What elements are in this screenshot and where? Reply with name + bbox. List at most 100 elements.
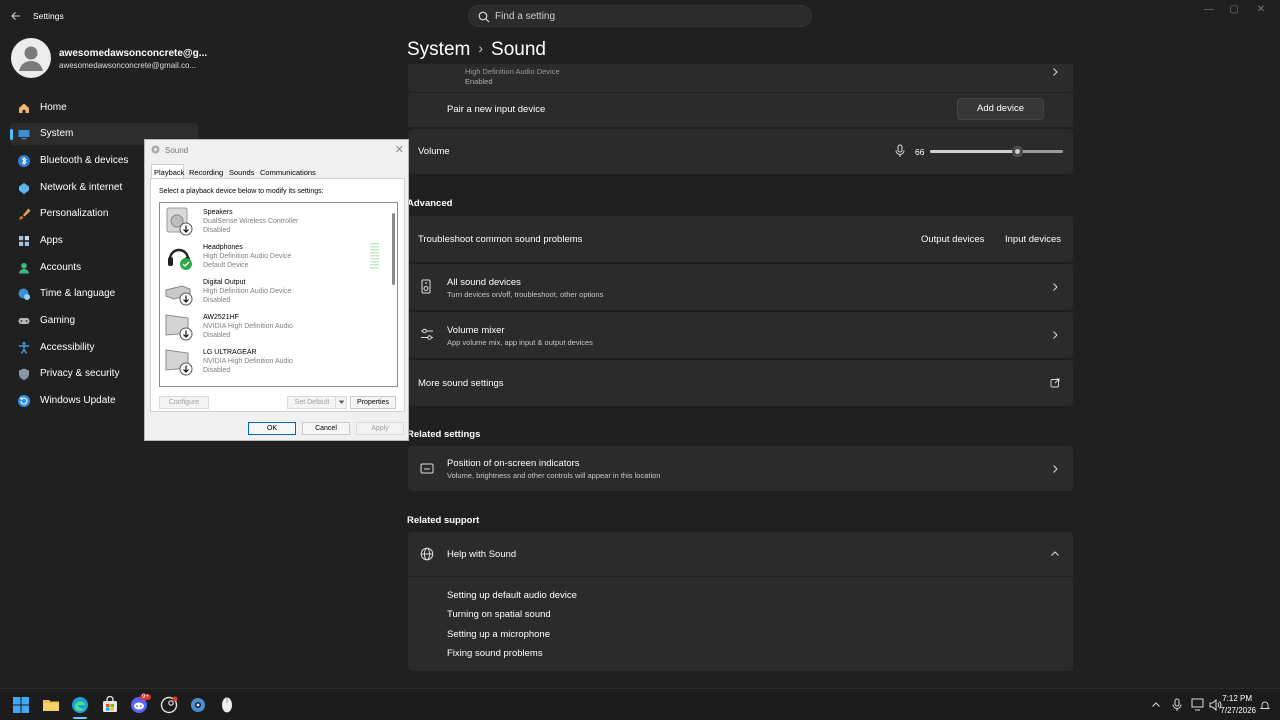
- search-input[interactable]: [495, 6, 795, 26]
- device-name: Digital Output: [203, 279, 246, 286]
- list-item[interactable]: Headphones High Definition Audio Device …: [160, 238, 388, 273]
- nav-label: Accessibility: [40, 342, 95, 353]
- volume-mixer-card[interactable]: Volume mixer App volume mix, app input &…: [408, 312, 1073, 358]
- help-link[interactable]: Fixing sound problems: [447, 648, 543, 659]
- device-name: Speakers: [203, 209, 233, 216]
- microphone-icon[interactable]: [1172, 698, 1182, 712]
- device-name: Headphones: [203, 244, 243, 251]
- properties-button[interactable]: Properties: [350, 396, 396, 409]
- tab-sounds[interactable]: Sounds: [229, 168, 254, 177]
- troubleshoot-label: Troubleshoot common sound problems: [418, 234, 583, 245]
- all-sound-devices-title: All sound devices: [447, 277, 521, 288]
- breadcrumb-parent[interactable]: System: [407, 39, 470, 60]
- volume-slider[interactable]: [930, 146, 1063, 157]
- pair-input-card: Pair a new input device Add device: [408, 93, 1073, 127]
- list-item[interactable]: Speakers DualSense Wireless Controller D…: [160, 203, 388, 238]
- onscreen-indicators-desc: Volume, brightness and other controls wi…: [447, 471, 661, 480]
- nav-label: Bluetooth & devices: [40, 155, 129, 166]
- mixer-icon: [421, 328, 433, 340]
- display-network-icon[interactable]: [1191, 698, 1205, 711]
- close-button[interactable]: ✕: [1250, 4, 1272, 18]
- configure-button[interactable]: Configure: [159, 396, 209, 409]
- active-app-indicator: [73, 717, 87, 719]
- speaker-device-icon: [421, 279, 431, 294]
- volume-mixer-title: Volume mixer: [447, 325, 505, 336]
- advanced-heading: Advanced: [407, 198, 453, 209]
- device-name: LG ULTRAGEAR: [203, 349, 257, 356]
- input-devices-link[interactable]: Input devices: [1005, 234, 1061, 245]
- tab-recording[interactable]: Recording: [189, 168, 223, 177]
- set-default-button[interactable]: Set Default: [287, 396, 336, 409]
- help-with-sound-header[interactable]: Help with Sound: [408, 532, 1073, 576]
- maximize-button[interactable]: ▢: [1223, 4, 1245, 18]
- back-button[interactable]: [6, 6, 26, 26]
- nav-item-home[interactable]: Home: [10, 97, 198, 119]
- microphone-icon[interactable]: [894, 144, 906, 158]
- clock-time[interactable]: 7:12 PM: [1222, 694, 1252, 703]
- minimize-button[interactable]: —: [1198, 4, 1220, 18]
- chevron-up-icon[interactable]: [1151, 700, 1161, 710]
- apply-button[interactable]: Apply: [356, 422, 404, 435]
- all-sound-devices-card[interactable]: All sound devices Turn devices on/off, t…: [408, 264, 1073, 310]
- brush-icon: [19, 208, 31, 220]
- set-default-dropdown[interactable]: [335, 396, 347, 409]
- home-icon: [19, 103, 29, 113]
- nav-label: Apps: [40, 235, 63, 246]
- chevron-right-icon: [1053, 68, 1058, 76]
- nav-label: Accounts: [40, 262, 82, 273]
- list-item[interactable]: AW2521HF NVIDIA High Definition Audio Di…: [160, 308, 388, 343]
- breadcrumb-chevron-icon: ›: [478, 40, 484, 56]
- input-device-card[interactable]: High Definition Audio Device Enabled: [408, 64, 1073, 92]
- nav-label: Time & language: [40, 288, 116, 299]
- help-link[interactable]: Turning on spatial sound: [447, 609, 551, 620]
- accessibility-icon: [19, 342, 29, 354]
- device-name: AW2521HF: [203, 314, 239, 321]
- start-icon[interactable]: [12, 696, 30, 714]
- taskbar: 9+ 7:12 PM 7/27/2026: [0, 688, 1280, 720]
- device-desc: NVIDIA High Definition Audio: [203, 323, 293, 330]
- headphones-icon: [168, 248, 192, 270]
- search-box[interactable]: [468, 5, 812, 27]
- playback-device-list[interactable]: Speakers DualSense Wireless Controller D…: [159, 202, 398, 387]
- device-desc: DualSense Wireless Controller: [203, 218, 299, 225]
- tab-communications[interactable]: Communications: [260, 168, 316, 177]
- nav-label: Home: [40, 102, 67, 113]
- add-device-button[interactable]: Add device: [957, 98, 1044, 120]
- network-icon: [19, 183, 29, 194]
- list-scrollbar[interactable]: [392, 213, 395, 285]
- help-with-sound-title: Help with Sound: [447, 549, 517, 560]
- ok-button[interactable]: OK: [248, 422, 296, 435]
- bluetooth-icon: [18, 155, 30, 167]
- settings-gear-icon[interactable]: [189, 696, 207, 714]
- tab-playback[interactable]: Playback: [151, 164, 184, 179]
- store-icon[interactable]: [101, 696, 119, 714]
- device-status: Disabled: [203, 367, 231, 374]
- system-icon: [18, 130, 30, 140]
- maximize-icon: ▢: [1229, 4, 1239, 15]
- list-item[interactable]: Digital Output High Definition Audio Dev…: [160, 273, 388, 308]
- cancel-button[interactable]: Cancel: [302, 422, 350, 435]
- help-link[interactable]: Setting up a microphone: [447, 629, 550, 640]
- search-icon: [478, 11, 490, 23]
- thumb-dot: [1014, 149, 1020, 154]
- discord-badge: 9+: [140, 694, 151, 700]
- globe-clock-icon: [18, 288, 30, 300]
- clock-date[interactable]: 7/27/2026: [1220, 706, 1256, 715]
- device-status: Disabled: [203, 227, 231, 234]
- troubleshoot-card: Troubleshoot common sound problems Outpu…: [408, 216, 1073, 262]
- avatar[interactable]: [11, 38, 51, 78]
- dialog-close-icon[interactable]: ✕: [395, 143, 404, 156]
- mouse-app-icon[interactable]: [218, 696, 236, 714]
- onscreen-indicators-card[interactable]: Position of on-screen indicators Volume,…: [408, 446, 1073, 491]
- output-devices-link[interactable]: Output devices: [921, 234, 984, 245]
- help-link[interactable]: Setting up default audio device: [447, 590, 577, 601]
- list-item[interactable]: LG ULTRAGEAR NVIDIA High Definition Audi…: [160, 343, 388, 378]
- file-explorer-icon[interactable]: [42, 696, 60, 714]
- more-sound-settings-card[interactable]: More sound settings: [408, 360, 1073, 406]
- notification-bell-icon[interactable]: [1260, 700, 1270, 710]
- monitor-icon: [165, 349, 193, 376]
- volume-slider-thumb[interactable]: [1011, 146, 1023, 157]
- steam-icon[interactable]: [160, 696, 178, 714]
- edge-icon[interactable]: [71, 696, 89, 714]
- level-meter: [370, 243, 379, 270]
